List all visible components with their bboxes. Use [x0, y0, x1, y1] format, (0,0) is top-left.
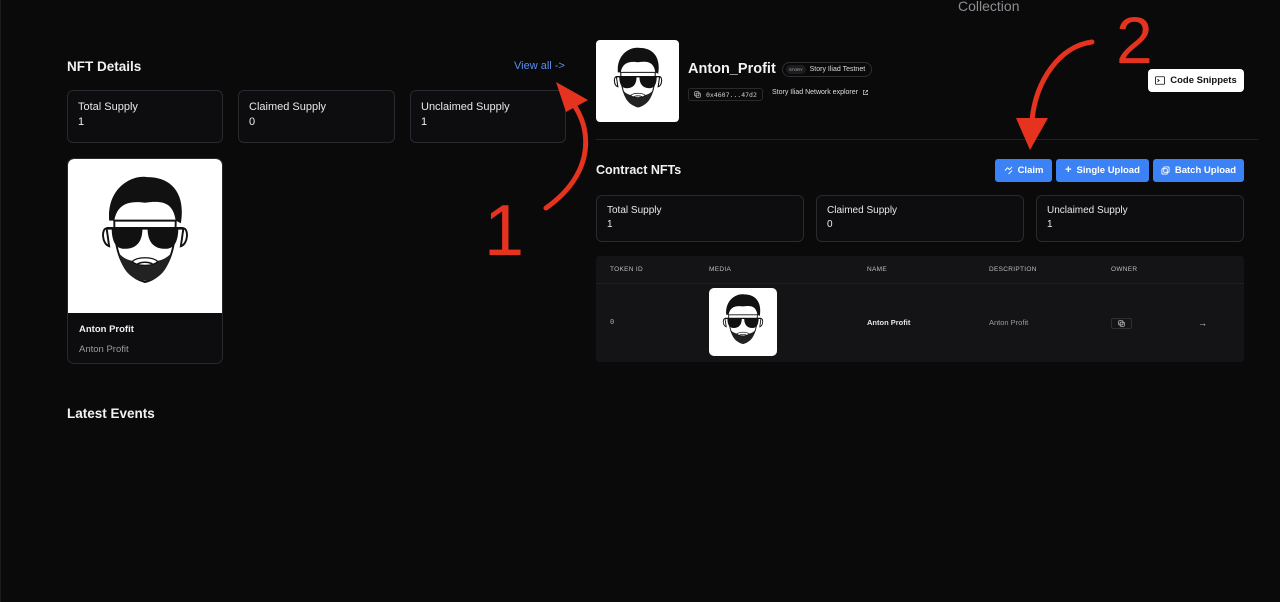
annotation-arrowhead-1	[556, 82, 588, 112]
annotation-number-1: 1	[484, 191, 525, 271]
annotation-arrow-1	[543, 95, 589, 211]
annotation-arrowhead-2	[1016, 118, 1048, 150]
annotation-number-2: 2	[1116, 3, 1153, 77]
annotation-overlay	[543, 39, 1095, 211]
annotation-arrow-2	[1029, 39, 1095, 123]
